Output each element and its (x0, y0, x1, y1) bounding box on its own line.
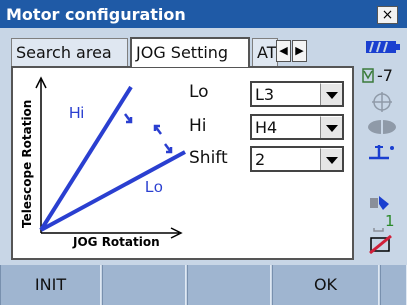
prism-target-icon (368, 120, 396, 134)
prism-constant-value: 1 (385, 212, 395, 230)
compensation-value: -7 (377, 66, 393, 85)
tab-at-search[interactable]: AT S (252, 38, 278, 66)
prism-level-icon (373, 228, 384, 232)
softkey-2[interactable] (102, 265, 186, 305)
softkey-6[interactable] (380, 265, 407, 305)
shift-label: Shift (189, 148, 228, 168)
tab-scroll-right-button[interactable]: ▶ (292, 40, 307, 62)
init-softkey[interactable]: INIT (0, 265, 101, 305)
tab-search-area[interactable]: Search area (11, 38, 128, 66)
tab-scroll-left-button[interactable]: ◀ (276, 40, 291, 62)
adjust-arrow-icon (124, 113, 173, 154)
lo-select-value: L3 (255, 85, 275, 104)
tilt-compensation-icon (362, 68, 374, 83)
tab-jog-setting[interactable]: JOG Setting (130, 37, 250, 67)
x-axis-label: JOG Rotation (72, 235, 160, 249)
hi-select[interactable]: H4 (250, 114, 344, 140)
softkey-bar: INIT OK (0, 265, 407, 305)
chevron-down-icon[interactable] (320, 148, 342, 170)
status-panel: -7 1 (357, 34, 407, 264)
softkey-3[interactable] (187, 265, 271, 305)
hi-label: Hi (189, 116, 207, 136)
laser-plummet-icon (369, 145, 394, 160)
lo-label: Lo (189, 82, 209, 102)
edm-prism-icon (370, 196, 389, 210)
target-crosshair-icon (372, 92, 392, 112)
hi-speed-line (39, 85, 133, 232)
lo-select[interactable]: L3 (250, 81, 344, 107)
hi-select-value: H4 (255, 118, 278, 137)
jog-graph: Hi Lo JOG Rotation Telescope Rotation (20, 76, 186, 249)
no-communication-icon (369, 235, 392, 255)
window-title: Motor configuration (6, 5, 186, 24)
triangle-right-icon: ▶ (295, 44, 304, 57)
jog-setting-panel: Hi Lo JOG Rotation Telescope Rotation Lo… (11, 66, 354, 260)
lo-curve-label: Lo (145, 179, 163, 196)
motor-configuration-window: Motor configuration × Search area JOG Se… (0, 0, 407, 305)
shift-select-value: 2 (255, 150, 266, 169)
lo-speed-line (40, 150, 186, 232)
hi-curve-label: Hi (69, 105, 84, 122)
y-axis-label: Telescope Rotation (20, 100, 34, 228)
ok-softkey[interactable]: OK (272, 265, 379, 305)
chevron-down-icon[interactable] (320, 83, 342, 105)
title-bar: Motor configuration × (0, 0, 407, 28)
shift-select[interactable]: 2 (250, 146, 344, 172)
close-button[interactable]: × (377, 6, 398, 24)
chevron-down-icon[interactable] (320, 116, 342, 138)
battery-icon (366, 41, 400, 53)
triangle-left-icon: ◀ (279, 44, 288, 57)
